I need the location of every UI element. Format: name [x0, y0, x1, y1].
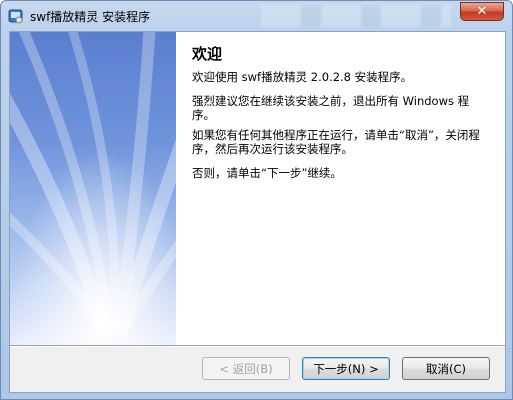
title-bar[interactable]: swf播放精灵 安装程序 ✕ — [1, 1, 512, 31]
cancel-instruction-text: 如果您有任何其他程序正在运行，请单击“取消”，关闭程序，然后再次运行该安装程序。 — [192, 128, 480, 156]
next-button[interactable]: 下一步(N) > — [302, 357, 390, 380]
continue-instruction-text: 否则，请单击“下一步”继续。 — [192, 166, 342, 180]
page-heading: 欢迎 — [192, 45, 223, 63]
welcome-content: 欢迎 欢迎使用 swf播放精灵 2.0.2.8 安装程序。 强烈建议您在继续该安… — [176, 32, 505, 345]
window-title: swf播放精灵 安装程序 — [30, 10, 151, 24]
background-ghost — [261, 5, 451, 27]
close-icon: ✕ — [476, 4, 488, 19]
button-divider — [10, 345, 505, 347]
close-button[interactable]: ✕ — [460, 2, 504, 21]
installer-icon — [8, 8, 24, 24]
wizard-client-area: 欢迎 欢迎使用 swf播放精灵 2.0.2.8 安装程序。 强烈建议您在继续该安… — [9, 31, 506, 393]
welcome-text: 欢迎使用 swf播放精灵 2.0.2.8 安装程序。 — [192, 70, 413, 84]
cancel-button[interactable]: 取消(C) — [402, 357, 490, 380]
back-button[interactable]: < 返回(B) — [202, 357, 290, 380]
welcome-banner — [10, 32, 176, 345]
banner-graphic — [10, 32, 176, 345]
close-programs-text: 强烈建议您在继续该安装之前，退出所有 Windows 程序。 — [192, 94, 470, 122]
installer-window: swf播放精灵 安装程序 ✕ 欢迎 欢迎使用 swf播放精灵 2.0.2.8 安… — [0, 0, 513, 400]
